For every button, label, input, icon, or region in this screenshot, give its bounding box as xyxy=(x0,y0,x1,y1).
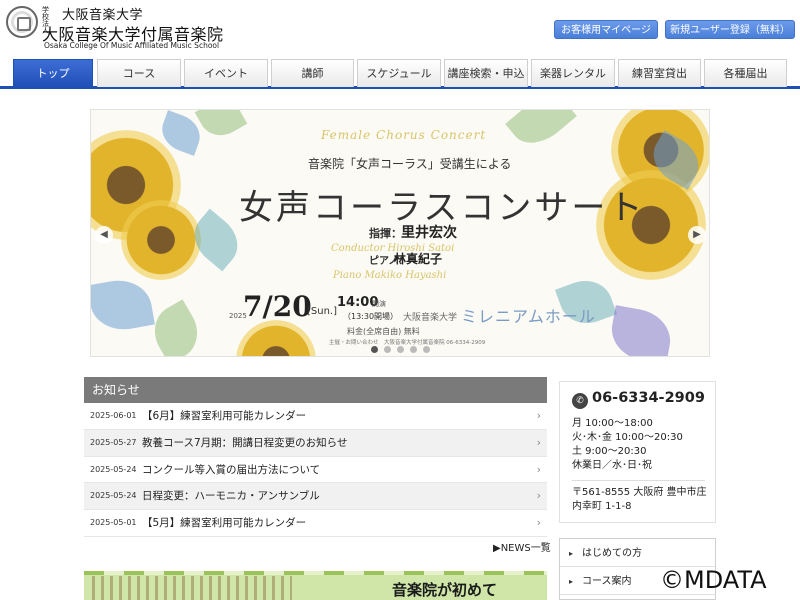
first-time-banner[interactable]: 音楽院が初めて xyxy=(84,571,547,600)
concert-open-time: （13:30開場） xyxy=(343,312,399,321)
news-title[interactable]: 教養コース7月期：開講日程変更のお知らせ xyxy=(142,430,347,456)
instruments-illustration xyxy=(92,576,292,600)
slider-dot[interactable] xyxy=(410,346,417,353)
nav-item-forms[interactable]: 各種届出 xyxy=(704,59,787,87)
news-date: 2025-05-24 xyxy=(90,464,137,474)
banner-text: 音楽院が初めて xyxy=(392,581,498,599)
conductor-label: 指揮： xyxy=(369,227,402,240)
address: 〒561-8555 大阪府 豊中市庄 内幸町 1-1-8 xyxy=(572,486,714,514)
venue-prefix: 大阪音楽大学 xyxy=(403,313,458,323)
contact-info-box: ✆ 06-6334-2909 月 10:00〜18:00 火･木･金 10:00… xyxy=(559,381,716,523)
leaf-decoration xyxy=(505,110,577,155)
news-date: 2025-05-27 xyxy=(90,437,137,447)
chevron-right-icon: › xyxy=(536,435,541,449)
sunflower-decoration xyxy=(236,320,316,356)
news-item[interactable]: 2025-05-24 コンクール等入賞の届出方法について › xyxy=(84,457,547,484)
leaf-decoration xyxy=(194,110,248,144)
news-title[interactable]: 日程変更：ハーモニカ・アンサンブル xyxy=(142,483,320,509)
chevron-right-icon: › xyxy=(536,409,541,422)
hero-slider[interactable]: Female Chorus Concert 音楽院「女声コーラス」受講生による … xyxy=(90,109,710,357)
venue-name: ミレニアムホール xyxy=(461,307,596,326)
school-emblem-logo[interactable] xyxy=(6,6,38,38)
nav-item-course[interactable]: コース xyxy=(97,59,181,87)
news-heading: お知らせ xyxy=(84,377,547,403)
news-item[interactable]: 2025-05-24 日程変更：ハーモニカ・アンサンブル › xyxy=(84,483,547,511)
divider xyxy=(572,480,705,481)
piano-english: Piano Makiko Hayashi xyxy=(333,270,447,281)
nav-item-schedule[interactable]: スケジュール xyxy=(357,59,441,87)
slider-dots xyxy=(371,346,431,354)
slider-dot[interactable] xyxy=(397,346,404,353)
register-button[interactable]: 新規ユーザー登録（無料） xyxy=(665,20,795,39)
news-date: 2025-06-01 xyxy=(90,411,137,420)
chevron-right-icon: › xyxy=(536,516,541,530)
nav-item-teachers[interactable]: 講師 xyxy=(271,59,354,87)
hours-line: 土 9:00〜20:30 xyxy=(572,446,647,457)
main-nav: トップ コース イベント 講師 スケジュール 講座検索・申込 楽器レンタル 練習… xyxy=(0,59,800,89)
business-hours: 月 10:00〜18:00 火･木･金 10:00〜20:30 土 9:00〜2… xyxy=(572,417,683,473)
concert-day: [Sun.] xyxy=(307,306,338,317)
copyright-watermark: ©MDATA xyxy=(660,566,767,594)
admission-info: 料金(全席自由) 無料 xyxy=(347,327,420,336)
logo-english-name: Osaka College Of Music Affiliated Music … xyxy=(44,41,220,50)
sunflower-decoration xyxy=(121,200,201,280)
slider-dot[interactable] xyxy=(371,346,378,353)
hours-line: 火･木･金 10:00〜20:30 xyxy=(572,432,683,443)
leaf-decoration xyxy=(91,275,155,335)
conductor-name: 里井宏次 xyxy=(401,225,457,241)
side-menu-item-beginners[interactable]: はじめての方 xyxy=(560,541,715,567)
hours-line: 休業日／水･日･祝 xyxy=(572,460,652,471)
leaf-decoration xyxy=(607,305,675,356)
news-list-link[interactable]: ▶NEWS一覧 xyxy=(493,539,551,554)
concert-time-note: 開演 xyxy=(372,300,386,308)
contact-info: 主催・お問い合わせ 大阪音楽大学付属音楽院 06-6334-2909 xyxy=(329,340,486,346)
phone-number[interactable]: 06-6334-2909 xyxy=(592,390,705,406)
address-line: 〒561-8555 大阪府 豊中市庄 xyxy=(572,487,707,498)
nav-item-course-search[interactable]: 講座検索・申込 xyxy=(444,59,528,87)
chevron-right-icon: › xyxy=(536,489,541,503)
news-title[interactable]: コンクール等入賞の届出方法について xyxy=(142,457,320,483)
hero-subtitle: 音楽院「女声コーラス」受講生による xyxy=(308,157,512,171)
news-section: お知らせ 2025-06-01 【6月】練習室利用可能カレンダー › 2025-… xyxy=(84,377,547,555)
address-line: 内幸町 1-1-8 xyxy=(572,501,632,512)
news-title[interactable]: 【6月】練習室利用可能カレンダー xyxy=(142,403,306,429)
slider-dot[interactable] xyxy=(423,346,430,353)
news-date: 2025-05-01 xyxy=(90,518,137,528)
leaf-decoration xyxy=(144,299,208,356)
slider-next-icon[interactable]: ▶ xyxy=(688,226,706,244)
banner-stripe xyxy=(84,571,547,575)
news-date: 2025-05-24 xyxy=(90,491,137,501)
nav-item-event[interactable]: イベント xyxy=(184,59,268,87)
nav-item-top[interactable]: トップ xyxy=(13,59,93,87)
nav-item-practice-room[interactable]: 練習室貸出 xyxy=(618,59,701,87)
hero-english-title: Female Chorus Concert xyxy=(321,128,487,142)
piano-name: 林真紀子 xyxy=(394,252,443,266)
mypage-button[interactable]: お客様用マイページ xyxy=(554,20,658,39)
hours-line: 月 10:00〜18:00 xyxy=(572,418,653,429)
chevron-right-icon: › xyxy=(536,462,541,476)
slider-prev-icon[interactable]: ◀ xyxy=(95,226,113,244)
concert-date: 7/20 xyxy=(243,290,312,323)
news-item[interactable]: 2025-05-01 【5月】練習室利用可能カレンダー › xyxy=(84,510,547,537)
news-title[interactable]: 【5月】練習室利用可能カレンダー xyxy=(142,510,306,536)
news-item[interactable]: 2025-05-27 教養コース7月期：開講日程変更のお知らせ › xyxy=(84,429,547,457)
slider-dot[interactable] xyxy=(384,346,391,353)
nav-item-instrument-rental[interactable]: 楽器レンタル xyxy=(531,59,615,87)
phone-icon: ✆ xyxy=(572,393,588,409)
news-item[interactable]: 2025-06-01 【6月】練習室利用可能カレンダー › xyxy=(84,403,547,430)
site-header: 学校法人 大阪音楽大学 大阪音楽大学付属音楽院 Osaka College Of… xyxy=(0,0,800,58)
